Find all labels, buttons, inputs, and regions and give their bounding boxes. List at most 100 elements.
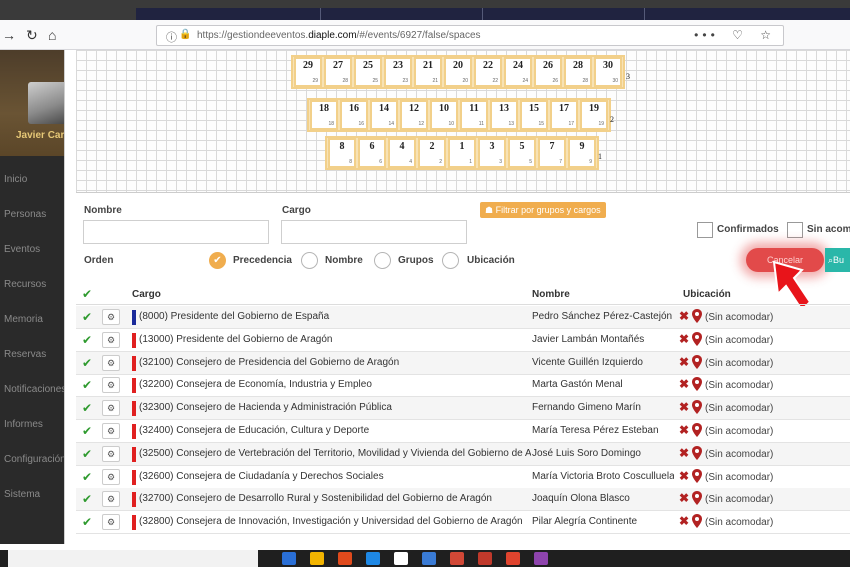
row-ubicacion[interactable]: (Sin acomodar)	[705, 494, 773, 505]
remove-icon[interactable]: ✖	[679, 423, 689, 437]
location-pin-icon[interactable]	[692, 377, 702, 392]
pocket-icon[interactable]: ♡	[732, 28, 747, 42]
browser-tabstrip[interactable]	[136, 8, 850, 20]
taskbar-app-icon[interactable]	[338, 552, 352, 565]
filter-groups-button[interactable]: ☗ Filtrar por grupos y cargos	[480, 202, 606, 218]
orden-radio-2[interactable]	[374, 252, 391, 269]
location-pin-icon[interactable]	[692, 354, 702, 369]
sidebar-item-0[interactable]: Inicio	[4, 174, 27, 185]
confirmed-check-icon[interactable]: ✔	[82, 424, 92, 438]
row-ubicacion[interactable]: (Sin acomodar)	[705, 312, 773, 323]
seat[interactable]: 29 29	[294, 57, 322, 87]
orden-radio-3[interactable]	[442, 252, 459, 269]
seat[interactable]: 88	[328, 138, 356, 168]
orden-radio-1[interactable]	[301, 252, 318, 269]
seat[interactable]: 22	[418, 138, 446, 168]
settings-gear-icon[interactable]: ⚙	[102, 491, 120, 508]
seat[interactable]: 14 14	[370, 100, 398, 130]
table-row[interactable]: ✔ ⚙ (32600) Consejera de Ciudadanía y Dere…	[76, 466, 850, 489]
user-name[interactable]: Javier Car	[16, 130, 64, 141]
seat[interactable]: 21 21	[414, 57, 442, 87]
settings-gear-icon[interactable]: ⚙	[102, 423, 120, 439]
settings-gear-icon[interactable]: ⚙	[102, 400, 120, 417]
seat[interactable]: 15 15	[520, 100, 548, 130]
taskbar-app-icon[interactable]	[394, 552, 408, 565]
table-row[interactable]: ✔ ⚙ (32100) Consejero de Presidencia del G…	[76, 351, 850, 375]
confirmados-checkbox[interactable]	[697, 222, 713, 238]
table-row[interactable]: ✔ ⚙ (8000) Presidente del Gobierno de Espa…	[76, 306, 850, 329]
seat[interactable]: 11 11	[460, 100, 488, 130]
orden-option-label[interactable]: Nombre	[325, 255, 363, 266]
address-bar[interactable]: ⓘ 🔒 https://gestiondeeventos.diaple.com/…	[156, 25, 784, 46]
row-ubicacion[interactable]: (Sin acomodar)	[705, 517, 773, 528]
table-row[interactable]: ✔ ⚙ (32800) Consejera de Innovación, Inves…	[76, 511, 850, 535]
check-all-icon[interactable]: ✔	[82, 287, 92, 301]
url-text[interactable]: https://gestiondeeventos.diaple.com/#/ev…	[197, 30, 481, 41]
seat[interactable]: 26 26	[534, 57, 562, 87]
taskbar-search[interactable]	[8, 550, 258, 567]
seat[interactable]: 99	[568, 138, 596, 168]
settings-gear-icon[interactable]: ⚙	[102, 377, 120, 394]
taskbar-app-icon[interactable]	[422, 552, 436, 565]
location-pin-icon[interactable]	[692, 423, 702, 437]
settings-gear-icon[interactable]: ⚙	[102, 309, 120, 325]
sidebar-item-5[interactable]: Reservas	[4, 349, 46, 360]
seat[interactable]: 27 28	[324, 57, 352, 87]
table-row[interactable]: ✔ ⚙ (32300) Consejero de Hacienda y Admini…	[76, 397, 850, 421]
taskbar-app-icon[interactable]	[478, 552, 492, 565]
seat[interactable]: 55	[508, 138, 536, 168]
seat[interactable]: 66	[358, 138, 386, 168]
home-icon[interactable]: ⌂	[48, 27, 56, 43]
remove-icon[interactable]: ✖	[679, 355, 689, 369]
location-pin-icon[interactable]	[692, 514, 702, 529]
confirmed-check-icon[interactable]: ✔	[82, 401, 92, 415]
table-row[interactable]: ✔ ⚙ (32400) Consejera de Educación, Cultur…	[76, 420, 850, 443]
settings-gear-icon[interactable]: ⚙	[102, 468, 120, 485]
sidebar-item-3[interactable]: Recursos	[4, 279, 46, 290]
confirmed-check-icon[interactable]: ✔	[82, 378, 92, 392]
taskbar-app-icon[interactable]	[506, 552, 520, 565]
remove-icon[interactable]: ✖	[679, 400, 689, 414]
location-pin-icon[interactable]	[692, 468, 702, 483]
seat[interactable]: 13 13	[490, 100, 518, 130]
remove-icon[interactable]: ✖	[679, 491, 689, 505]
settings-gear-icon[interactable]: ⚙	[102, 354, 120, 371]
table-row[interactable]: ✔ ⚙ (32200) Consejera de Economía, Industr…	[76, 374, 850, 398]
seat[interactable]: 20 20	[444, 57, 472, 87]
sidebar-item-7[interactable]: Informes	[4, 419, 43, 430]
orden-option-label[interactable]: Precedencia	[233, 255, 292, 266]
reload-icon[interactable]: ↻	[26, 27, 38, 44]
settings-gear-icon[interactable]: ⚙	[102, 514, 120, 531]
sidebar-item-1[interactable]: Personas	[4, 209, 46, 220]
bookmark-star-icon[interactable]: ☆	[760, 28, 775, 42]
remove-icon[interactable]: ✖	[679, 309, 689, 323]
row-ubicacion[interactable]: (Sin acomodar)	[705, 449, 773, 460]
seat[interactable]: 22 22	[474, 57, 502, 87]
header-nombre[interactable]: Nombre	[532, 289, 570, 300]
table-row[interactable]: ✔ ⚙ (32500) Consejero de Vertebración del …	[76, 442, 850, 466]
location-pin-icon[interactable]	[692, 445, 702, 460]
remove-icon[interactable]: ✖	[679, 469, 689, 483]
orden-option-label[interactable]: Grupos	[398, 255, 434, 266]
avatar[interactable]	[28, 82, 64, 124]
confirmed-check-icon[interactable]: ✔	[82, 515, 92, 529]
header-cargo[interactable]: Cargo	[132, 289, 161, 300]
seat[interactable]: 10 10	[430, 100, 458, 130]
sidebar-item-2[interactable]: Eventos	[4, 244, 40, 255]
seat[interactable]: 12 12	[400, 100, 428, 130]
confirmed-check-icon[interactable]: ✔	[82, 470, 92, 484]
confirmed-check-icon[interactable]: ✔	[82, 447, 92, 461]
row-ubicacion[interactable]: (Sin acomodar)	[705, 472, 773, 483]
sidebar-item-9[interactable]: Sistema	[4, 489, 40, 500]
remove-icon[interactable]: ✖	[679, 332, 689, 346]
info-icon[interactable]: ⓘ	[166, 29, 177, 45]
search-button[interactable]: ⌕Bu	[825, 248, 850, 272]
seat[interactable]: 44	[388, 138, 416, 168]
lock-icon[interactable]: 🔒	[179, 29, 191, 40]
seat[interactable]: 23 23	[384, 57, 412, 87]
sidebar-item-4[interactable]: Memoria	[4, 314, 43, 325]
confirmed-check-icon[interactable]: ✔	[82, 356, 92, 370]
location-pin-icon[interactable]	[692, 309, 702, 323]
row-ubicacion[interactable]: (Sin acomodar)	[705, 403, 773, 414]
location-pin-icon[interactable]	[692, 491, 702, 506]
